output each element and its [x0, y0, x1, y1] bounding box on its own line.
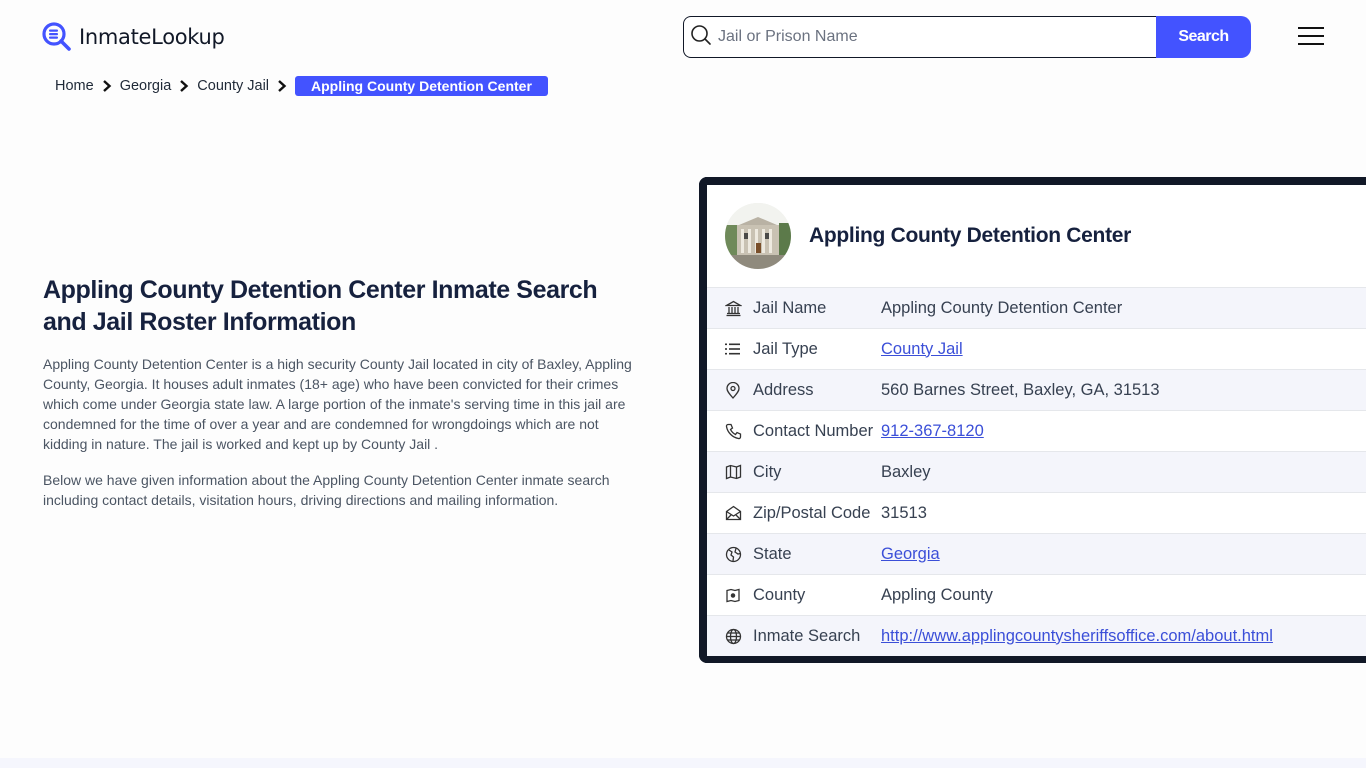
row-label: Jail Name [753, 298, 827, 317]
chevron-right-icon [277, 80, 287, 92]
row-label: Contact Number [753, 421, 874, 440]
info-row-contact-number: Contact Number 912-367-8120 [707, 410, 1366, 451]
search-icon [690, 24, 712, 51]
state-link[interactable]: Georgia [881, 545, 940, 564]
bank-icon [724, 299, 742, 317]
intro-section: Appling County Detention Center Inmate S… [43, 274, 633, 510]
map-pin-icon [724, 381, 742, 399]
card-header: Appling County Detention Center [707, 185, 1366, 287]
info-row-jail-type: Jail Type County Jail [707, 328, 1366, 369]
jail-type-link[interactable]: County Jail [881, 340, 963, 359]
info-row-zip: Zip/Postal Code 31513 [707, 492, 1366, 533]
logo[interactable]: InmateLookup [42, 22, 225, 52]
info-row-county: County Appling County [707, 574, 1366, 615]
logo-text: InmateLookup [79, 25, 225, 49]
map-icon [724, 463, 742, 481]
row-label: City [753, 462, 782, 481]
info-row-state: State Georgia [707, 533, 1366, 574]
list-icon [724, 340, 742, 358]
phone-link[interactable]: 912-367-8120 [881, 422, 984, 441]
row-label: County [753, 585, 806, 604]
row-label: Jail Type [753, 339, 818, 358]
breadcrumb-georgia[interactable]: Georgia [120, 78, 172, 94]
globe-marker-icon [724, 545, 742, 563]
footer-band [0, 758, 1366, 768]
inmate-search-link[interactable]: http://www.applingcountysheriffsoffice.c… [881, 627, 1273, 646]
search-field[interactable] [683, 16, 1156, 58]
hamburger-icon[interactable] [1298, 27, 1324, 47]
row-value: Appling County Detention Center [881, 298, 1123, 317]
search-bar: Search [683, 16, 1251, 58]
card-title: Appling County Detention Center [809, 224, 1132, 247]
row-value: 560 Barnes Street, Baxley, GA, 31513 [881, 380, 1160, 399]
row-value: Baxley [881, 462, 931, 481]
info-row-city: City Baxley [707, 451, 1366, 492]
facility-photo [725, 203, 791, 269]
info-row-jail-name: Jail Name Appling County Detention Cente… [707, 287, 1366, 328]
page-title: Appling County Detention Center Inmate S… [43, 276, 598, 336]
breadcrumb-home[interactable]: Home [55, 78, 94, 94]
info-table: Jail Name Appling County Detention Cente… [707, 287, 1366, 656]
phone-icon [724, 422, 742, 440]
search-button[interactable]: Search [1156, 16, 1251, 58]
intro-paragraph: Appling County Detention Center is a hig… [43, 356, 632, 452]
facility-info-card: Appling County Detention Center Jail Nam… [699, 177, 1366, 663]
row-label: Address [753, 380, 814, 399]
world-icon [724, 627, 742, 645]
row-label: Zip/Postal Code [753, 503, 871, 522]
intro-paragraph: Below we have given information about th… [43, 472, 610, 508]
info-row-address: Address 560 Barnes Street, Baxley, GA, 3… [707, 369, 1366, 410]
county-map-icon [724, 586, 742, 604]
row-value: 31513 [881, 503, 927, 522]
breadcrumb-county-jail[interactable]: County Jail [197, 78, 269, 94]
chevron-right-icon [179, 80, 189, 92]
row-label: Inmate Search [753, 626, 861, 645]
mail-open-icon [724, 504, 742, 522]
info-row-inmate-search: Inmate Search http://www.applingcountysh… [707, 615, 1366, 656]
chevron-right-icon [102, 80, 112, 92]
search-input[interactable] [718, 28, 1156, 46]
breadcrumb: Home Georgia County Jail Appling County … [55, 76, 548, 96]
row-label: State [753, 544, 792, 563]
breadcrumb-current: Appling County Detention Center [295, 76, 548, 96]
row-value: Appling County [881, 585, 993, 604]
magnifier-logo-icon [42, 22, 72, 52]
